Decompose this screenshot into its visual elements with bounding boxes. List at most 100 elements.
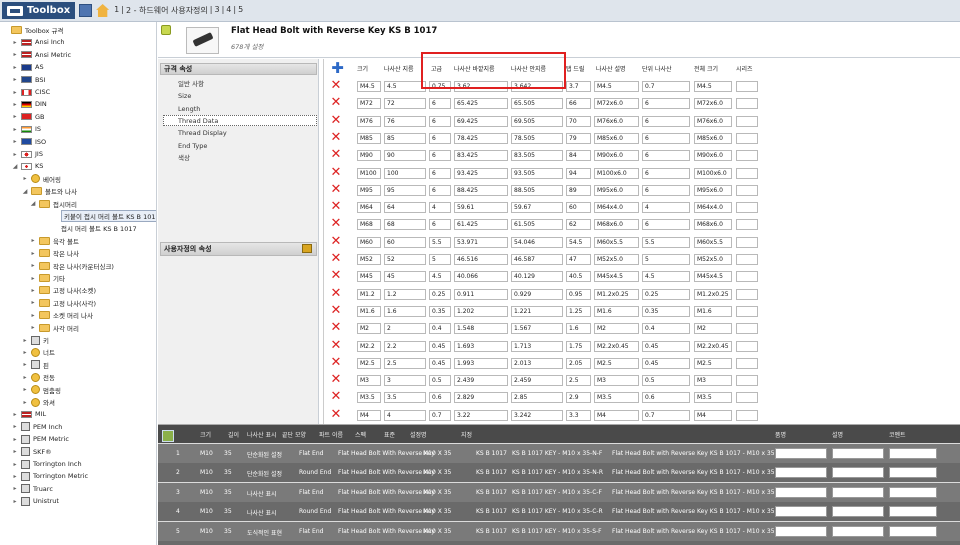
cell-4[interactable]: 2.439 (454, 375, 508, 387)
cell-2[interactable]: 64 (384, 202, 426, 214)
cell-9[interactable]: M4 (694, 409, 732, 421)
tree-item[interactable]: ▸ 와셔 (22, 396, 55, 408)
cell-8[interactable]: 5.5 (642, 236, 690, 248)
cell-1[interactable]: M60 (357, 236, 381, 248)
property-category-item[interactable]: End Type (178, 141, 207, 151)
property-category-item[interactable]: Length (178, 104, 200, 114)
cell-4[interactable]: 88.425 (454, 184, 508, 196)
cell-10[interactable] (736, 357, 758, 369)
cell-2[interactable]: 45 (384, 271, 426, 283)
cell-3[interactable]: 6 (429, 150, 451, 162)
cell-2[interactable]: 60 (384, 236, 426, 248)
tree-item[interactable]: ▸ 베어링 (22, 173, 61, 185)
cell-7[interactable]: M2 (594, 323, 639, 335)
tree-item[interactable]: ▸ Truarc (12, 483, 53, 495)
cell-6[interactable]: 2.9 (566, 392, 591, 404)
cell-1[interactable]: M72 (357, 98, 381, 110)
cell-3[interactable]: 6 (429, 115, 451, 127)
cell-10[interactable] (736, 167, 758, 179)
home-icon[interactable] (96, 4, 110, 17)
property-category-item[interactable]: Size (178, 91, 191, 101)
cell-5[interactable]: 1.713 (511, 340, 563, 352)
delete-row-icon[interactable]: ✕ (330, 131, 342, 144)
delete-row-icon[interactable]: ✕ (330, 217, 342, 230)
cell-8[interactable]: 0.6 (642, 392, 690, 404)
expander-icon[interactable]: ▸ (12, 461, 18, 468)
cell-10[interactable] (736, 254, 758, 265)
delete-row-icon[interactable]: ✕ (330, 269, 342, 282)
cell-6[interactable]: 1.75 (566, 340, 591, 352)
config-column-header[interactable]: 설정명 (410, 430, 427, 439)
cell-10[interactable] (736, 271, 758, 283)
cell-2[interactable]: 68 (384, 219, 426, 231)
cell-7[interactable]: M72x6.0 (594, 98, 639, 110)
cell-6[interactable]: 2.05 (566, 357, 591, 369)
expander-icon[interactable]: ▸ (22, 337, 28, 344)
cell-4[interactable]: 1.202 (454, 305, 508, 317)
expander-icon[interactable]: ▸ (22, 374, 28, 381)
part-number-field[interactable] (775, 525, 827, 537)
expander-icon[interactable]: ▸ (12, 126, 18, 133)
cell-1[interactable]: M95 (357, 184, 381, 196)
cell-3[interactable]: 0.75 (429, 81, 451, 92)
tree-item[interactable]: ▸ Ansi Metric (12, 49, 71, 61)
comment-field[interactable] (889, 448, 937, 459)
cell-10[interactable] (736, 340, 758, 352)
config-column-header[interactable]: 스펙 (355, 430, 366, 439)
config-column-header[interactable]: 표준 (384, 430, 395, 439)
cell-5[interactable]: 59.67 (511, 202, 563, 214)
cell-1[interactable]: M4 (357, 409, 381, 421)
expander-icon[interactable]: ▸ (12, 89, 18, 96)
cell-10[interactable] (736, 236, 758, 248)
cell-1[interactable]: M90 (357, 150, 381, 162)
cell-2[interactable]: 76 (384, 115, 426, 127)
part-number-field[interactable] (775, 506, 827, 518)
cell-8[interactable]: 0.45 (642, 340, 690, 352)
cell-2[interactable]: 2.2 (384, 340, 426, 352)
cell-2[interactable]: 90 (384, 150, 426, 162)
cell-5[interactable]: 3.642 (511, 81, 563, 92)
cell-9[interactable]: M52x5.0 (694, 254, 732, 265)
cell-9[interactable]: M2.2x0.45 (694, 340, 732, 352)
expander-icon[interactable]: ▸ (12, 498, 18, 505)
tree-item[interactable]: ▸ MIL (12, 408, 46, 420)
toolbox-menu-button[interactable]: Toolbox (2, 2, 76, 19)
expander-icon[interactable]: ▸ (30, 262, 36, 269)
cell-1[interactable]: M2.2 (357, 340, 381, 352)
cell-1[interactable]: M100 (357, 167, 381, 179)
tree-item[interactable]: ▸ 고정 나사(사각) (30, 297, 96, 309)
cell-8[interactable]: 6 (642, 115, 690, 127)
cell-9[interactable]: M85x6.0 (694, 132, 732, 144)
tree-item[interactable]: ▸ 키 (22, 334, 49, 346)
comment-field[interactable] (889, 467, 937, 479)
cell-5[interactable]: 69.505 (511, 115, 563, 127)
tree-item[interactable]: ▸ ISO (12, 136, 46, 148)
cell-7[interactable]: M4 (594, 409, 639, 421)
cell-10[interactable] (736, 132, 758, 144)
cell-3[interactable]: 0.7 (429, 409, 451, 421)
cell-5[interactable]: 3.242 (511, 409, 563, 421)
expander-icon[interactable]: ◢ (30, 200, 36, 207)
tree-item[interactable]: ▸ SKF® (12, 446, 52, 458)
expander-icon[interactable]: ▸ (12, 485, 18, 492)
cell-6[interactable]: 62 (566, 219, 591, 231)
delete-row-icon[interactable]: ✕ (330, 252, 342, 265)
tree-item[interactable]: ▸ 육각 볼트 (30, 235, 79, 247)
cell-7[interactable]: M52x5.0 (594, 254, 639, 265)
cell-5[interactable]: 83.505 (511, 150, 563, 162)
cell-3[interactable]: 4 (429, 202, 451, 214)
cell-1[interactable]: M2 (357, 323, 381, 335)
column-header[interactable]: 탭 드릴 (566, 64, 584, 74)
cell-2[interactable]: 52 (384, 254, 426, 265)
delete-row-icon[interactable]: ✕ (330, 79, 342, 92)
cell-5[interactable]: 2.85 (511, 392, 563, 404)
cell-3[interactable]: 6 (429, 132, 451, 144)
expander-icon[interactable]: ▸ (12, 101, 18, 108)
cell-9[interactable]: M2 (694, 323, 732, 335)
cell-9[interactable]: M64x4.0 (694, 202, 732, 214)
column-header[interactable]: 나사산 설명 (596, 64, 626, 74)
property-category-item[interactable]: Thread Data (178, 116, 218, 126)
cell-6[interactable]: 70 (566, 115, 591, 127)
cell-6[interactable]: 94 (566, 167, 591, 179)
cell-3[interactable]: 0.45 (429, 357, 451, 369)
